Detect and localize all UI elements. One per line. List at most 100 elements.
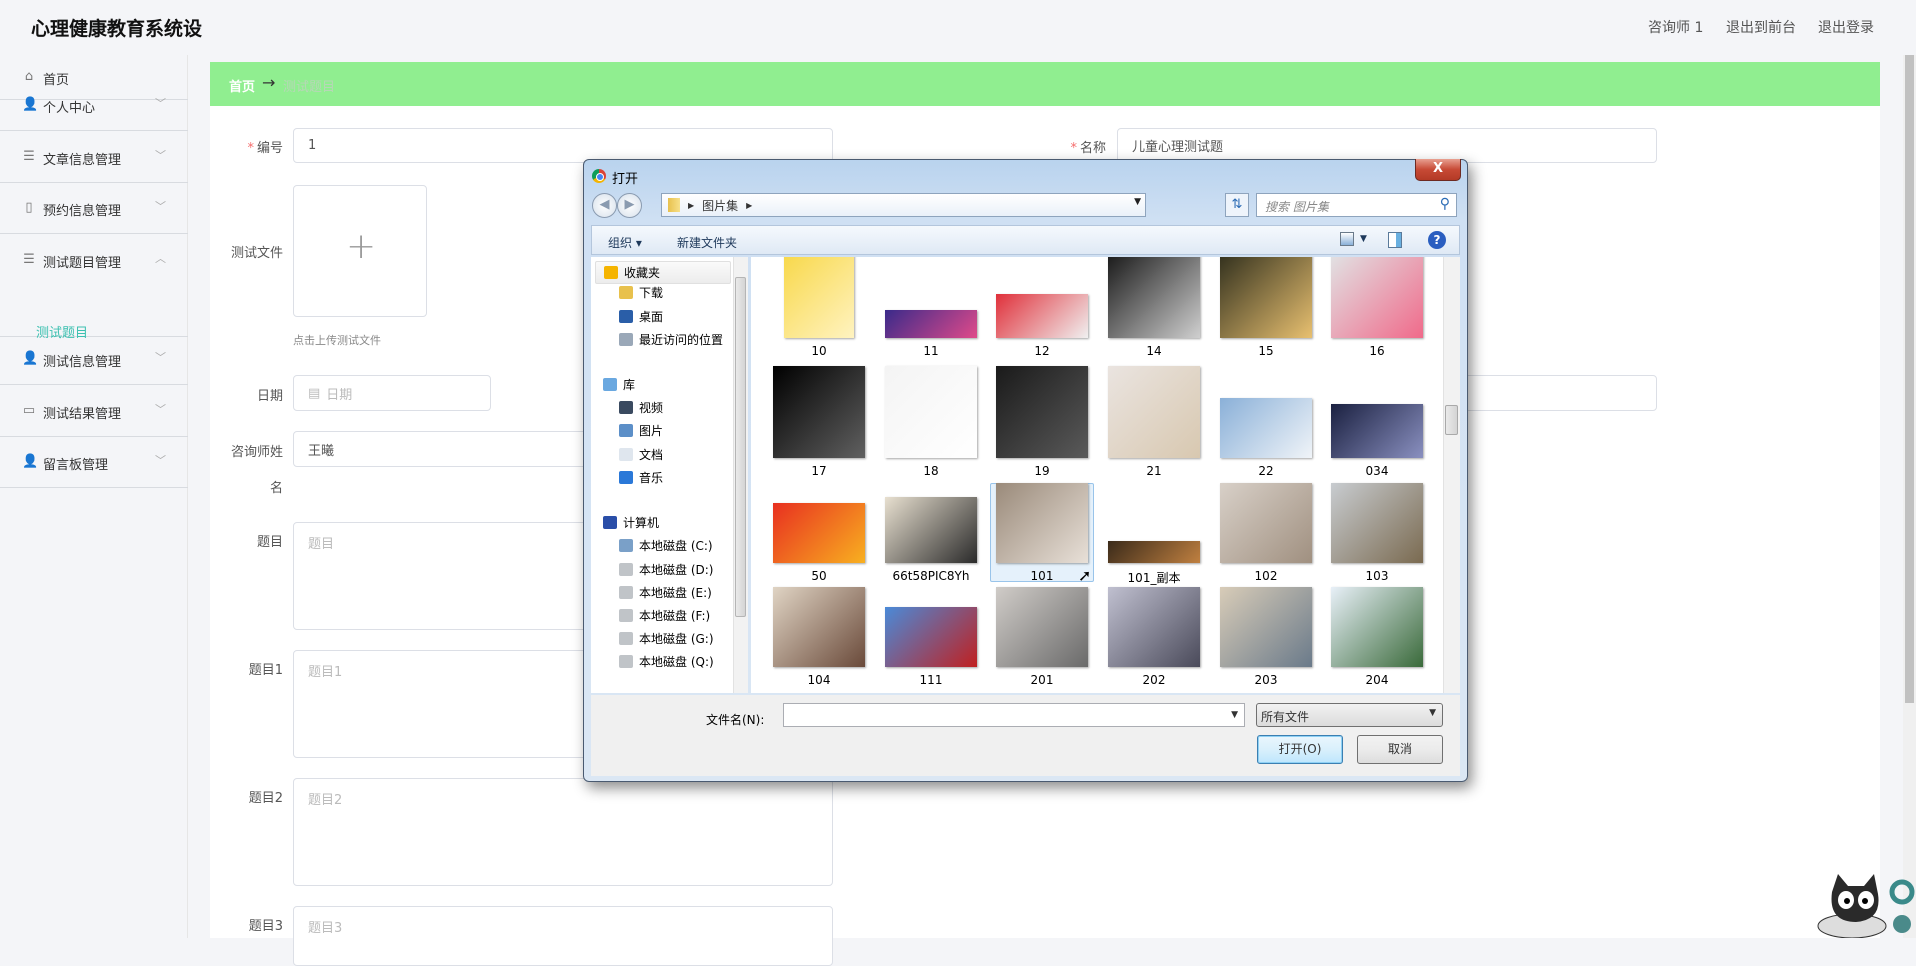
file-thumbnail[interactable] [784,257,854,338]
file-thumbnail[interactable] [1220,398,1312,458]
address-bar[interactable]: ▶ 图片集 ▶ ▼ [661,193,1146,217]
new-folder-button[interactable]: 新建文件夹 [677,234,737,251]
filename-input[interactable]: ▼ [783,703,1245,727]
file-thumbnail[interactable] [1108,587,1200,667]
nav-item[interactable]: 计算机 [603,514,659,531]
question3-textarea[interactable]: 题目3 [293,906,833,966]
page-scrollbar-thumb[interactable] [1905,55,1914,703]
file-name[interactable]: 202 [1098,673,1210,687]
file-name[interactable]: 102 [1210,569,1322,583]
name-input[interactable]: 儿童心理测试题 [1117,128,1657,163]
file-thumbnail[interactable] [996,294,1088,338]
file-name[interactable]: 204 [1321,673,1433,687]
file-name[interactable]: 034 [1321,464,1433,478]
sidebar-item-4[interactable]: ☰ 测试题目管理 ︿ [0,236,188,337]
file-name[interactable]: 201 [986,673,1098,687]
address-dropdown-icon[interactable]: ▼ [1134,197,1141,207]
file-name[interactable]: 12 [986,344,1098,358]
file-thumbnail[interactable] [996,366,1088,458]
nav-item[interactable]: 文档 [619,446,663,463]
search-input[interactable]: 搜索 图片集 ⚲ [1256,193,1457,217]
file-name[interactable]: 101_副本 [1098,569,1210,586]
back-button[interactable]: ◀ [592,193,617,218]
file-thumbnail[interactable] [1220,257,1312,338]
exit-to-front-link[interactable]: 退出到前台 [1726,17,1796,37]
file-thumbnail[interactable] [996,587,1088,667]
file-name[interactable]: 18 [875,464,987,478]
file-name[interactable]: 22 [1210,464,1322,478]
nav-item[interactable]: 本地磁盘 (D:) [619,561,713,578]
organize-menu[interactable]: 组织 ▾ [608,234,642,251]
nav-item[interactable]: 音乐 [619,469,663,486]
forward-button[interactable]: ▶ [617,193,642,218]
user-name-link[interactable]: 咨询师 1 [1648,17,1703,37]
nav-item[interactable]: 桌面 [619,308,663,325]
file-name[interactable]: 104 [763,673,875,687]
file-thumbnail[interactable] [1331,257,1423,338]
file-name[interactable]: 11 [875,344,987,358]
upload-file-button[interactable]: + [293,185,427,317]
file-thumbnail[interactable] [1108,366,1200,458]
sidebar-subitem-test-questions[interactable]: 测试题目 [36,322,88,341]
cancel-button[interactable]: 取消 [1357,735,1443,764]
file-thumbnail[interactable] [1331,404,1423,458]
file-name[interactable]: 10 [763,344,875,358]
file-thumbnail[interactable] [1220,587,1312,667]
address-path[interactable]: 图片集 [702,197,738,214]
refresh-button[interactable]: ⇅ [1225,193,1249,217]
file-thumbnail[interactable] [885,366,977,458]
sidebar-item-1[interactable]: 👤 个人中心 ﹀ [0,81,188,131]
sidebar-item-3[interactable]: ▯ 预约信息管理 ﹀ [0,184,188,234]
nav-item[interactable]: 本地磁盘 (Q:) [619,653,714,670]
file-thumbnail[interactable] [885,607,977,667]
preview-pane-icon[interactable] [1388,232,1402,248]
file-name[interactable]: 66t58PIC8Yh [875,569,987,583]
dialog-close-button[interactable]: X [1415,159,1461,181]
code-input[interactable]: 1 [293,128,833,163]
nav-item[interactable]: 本地磁盘 (E:) [619,584,712,601]
nav-item[interactable]: 库 [603,376,635,393]
file-name[interactable]: 111 [875,673,987,687]
file-thumbnail[interactable] [885,497,977,563]
file-thumbnail[interactable] [1108,257,1200,338]
file-name[interactable]: 103 [1321,569,1433,583]
nav-item[interactable]: 收藏夹 [595,261,731,284]
file-name[interactable]: 15 [1210,344,1322,358]
nav-item[interactable]: 最近访问的位置 [619,331,723,348]
help-icon[interactable]: ? [1428,231,1446,249]
file-thumbnail[interactable] [996,483,1088,563]
nav-item[interactable]: 图片 [619,422,663,439]
sidebar-item-2[interactable]: ☰ 文章信息管理 ﹀ [0,133,188,183]
file-name[interactable]: 16 [1321,344,1433,358]
nav-item[interactable]: 视频 [619,399,663,416]
file-thumbnail[interactable] [1331,587,1423,667]
filename-dropdown-icon[interactable]: ▼ [1231,710,1238,720]
nav-item[interactable]: 本地磁盘 (G:) [619,630,714,647]
view-options-icon[interactable] [1340,232,1354,246]
file-thumbnail[interactable] [773,503,865,563]
file-grid-scrollbar[interactable] [1443,257,1460,693]
nav-item[interactable]: 本地磁盘 (C:) [619,537,713,554]
sidebar-item-6[interactable]: ▭ 测试结果管理 ﹀ [0,387,188,437]
file-name[interactable]: 21 [1098,464,1210,478]
file-name[interactable]: 17 [763,464,875,478]
file-thumbnail[interactable] [1331,483,1423,563]
file-name[interactable]: 19 [986,464,1098,478]
file-grid-scrollbar-thumb[interactable] [1445,405,1458,435]
nav-item[interactable]: 本地磁盘 (F:) [619,607,710,624]
file-thumbnail[interactable] [1220,483,1312,563]
file-thumbnail[interactable] [773,366,865,458]
logout-link[interactable]: 退出登录 [1818,17,1874,37]
date-input[interactable]: ▤ 日期 [293,375,491,411]
view-dropdown-icon[interactable]: ▼ [1360,234,1367,244]
sidebar-item-7[interactable]: 👤 留言板管理 ﹀ [0,438,188,488]
filetype-select[interactable]: 所有文件 ▼ [1256,703,1443,727]
file-thumbnail[interactable] [885,310,977,338]
nav-item[interactable]: 下载 [619,284,663,301]
sidebar-item-5[interactable]: 👤 测试信息管理 ﹀ [0,335,188,385]
file-name[interactable]: 14 [1098,344,1210,358]
question2-textarea[interactable]: 题目2 [293,778,833,886]
file-name[interactable]: 50 [763,569,875,583]
file-thumbnail[interactable] [773,587,865,667]
nav-scrollbar-thumb[interactable] [735,277,746,617]
